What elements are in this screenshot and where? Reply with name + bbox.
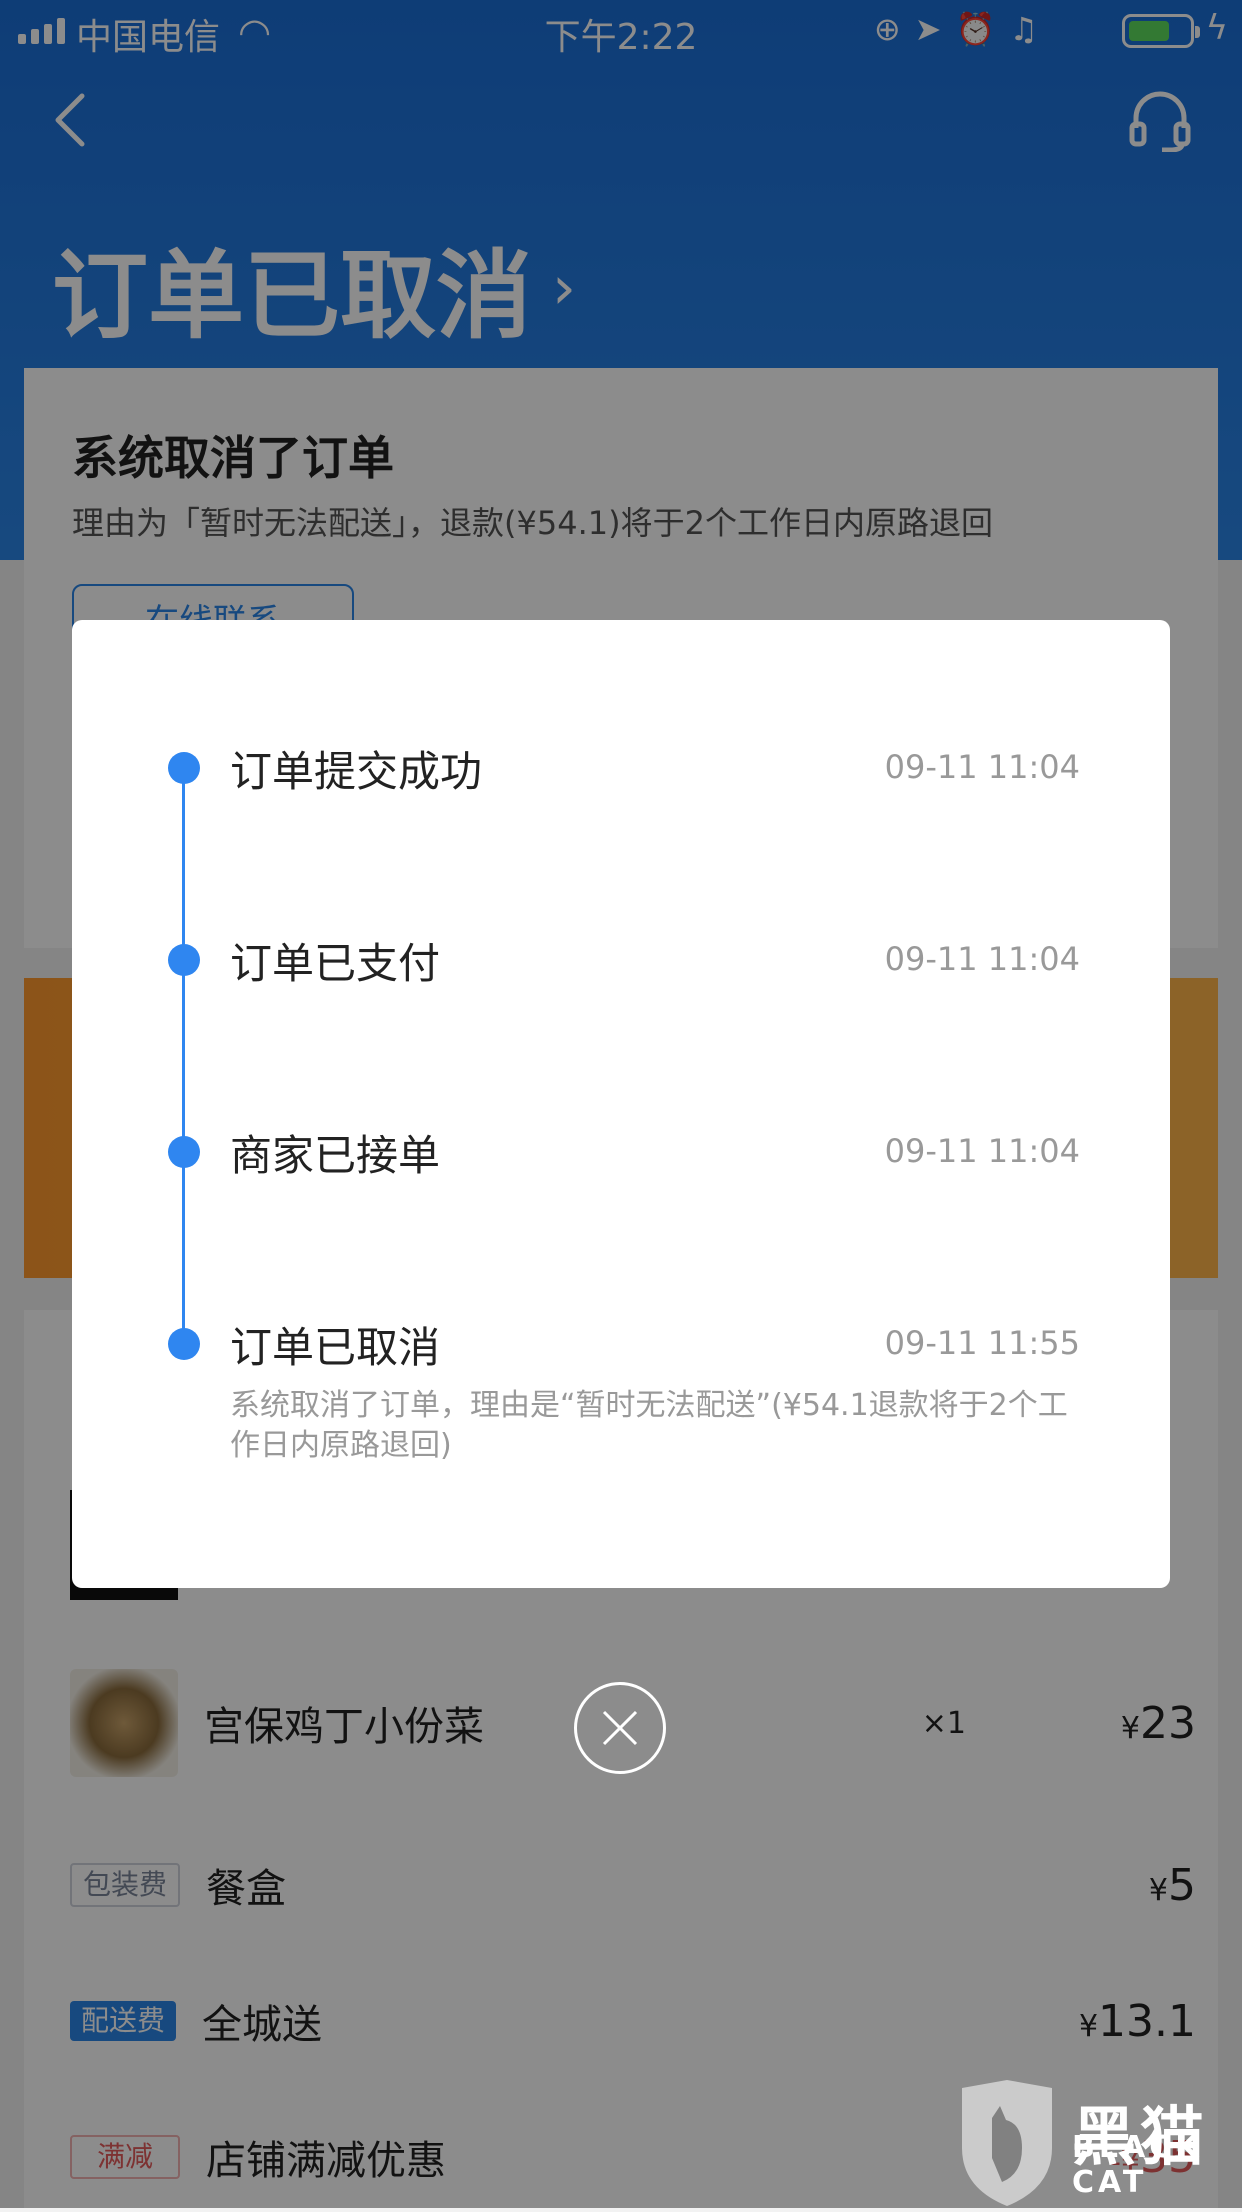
timeline-dot [168, 752, 200, 784]
order-timeline-dialog: 订单提交成功 09-11 11:04 订单已支付 09-11 11:04 商家已… [72, 620, 1170, 1588]
watermark-logo: 黑猫 BLACK CAT [952, 2078, 1242, 2208]
timeline-dot [168, 1136, 200, 1168]
timeline-label: 订单已取消 [230, 1323, 441, 1372]
timeline-dot [168, 1328, 200, 1360]
timeline-time: 09-11 11:04 [884, 1132, 1080, 1170]
timeline-label: 订单提交成功 [230, 747, 483, 796]
timeline-line [182, 768, 185, 1344]
timeline-time: 09-11 11:55 [884, 1324, 1080, 1362]
timeline-time: 09-11 11:04 [884, 748, 1080, 786]
timeline-dot [168, 944, 200, 976]
cat-shield-icon [962, 2080, 1052, 2206]
close-dialog-button[interactable] [574, 1682, 666, 1774]
timeline-label: 订单已支付 [230, 939, 441, 988]
timeline-note: 系统取消了订单，理由是“暂时无法配送”(¥54.1退款将于2个工作日内原路退回) [230, 1388, 1068, 1463]
timeline-time: 09-11 11:04 [884, 940, 1080, 978]
watermark-subtext: BLACK CAT [1072, 2130, 1203, 2200]
close-icon [602, 1710, 638, 1746]
timeline-label: 商家已接单 [230, 1131, 441, 1180]
